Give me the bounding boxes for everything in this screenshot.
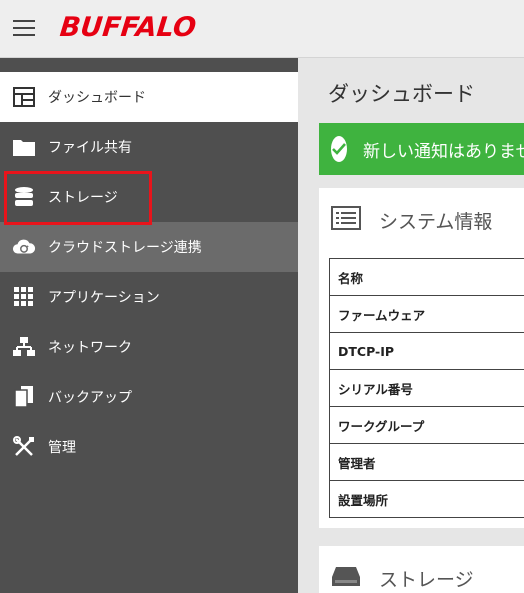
system-info-header: システム情報 (319, 188, 524, 252)
sidebar-item-label: ストレージ (48, 190, 118, 206)
system-info-table: 名称 ファームウェア DTCP-IP シリアル番号 ワークグループ 管理者 設置… (329, 258, 524, 518)
sidebar-item-management[interactable]: 管理 (0, 422, 298, 472)
grid-icon (12, 285, 36, 309)
list-icon (331, 205, 361, 235)
card-title: システム情報 (379, 210, 493, 233)
table-row: ワークグループ (330, 407, 524, 444)
sidebar-item-dashboard[interactable]: ダッシュボード (0, 72, 298, 122)
dashboard-icon (12, 85, 36, 109)
sidebar-item-label: ファイル共有 (48, 140, 132, 156)
folder-icon (12, 135, 36, 159)
table-row: シリアル番号 (330, 370, 524, 407)
hard-drive-icon (331, 565, 361, 592)
system-info-card: システム情報 名称 ファームウェア DTCP-IP シリアル番号 ワークグループ… (319, 188, 524, 528)
check-icon (331, 136, 347, 162)
sidebar-item-network[interactable]: ネットワーク (0, 322, 298, 372)
sidebar-item-cloud-storage[interactable]: クラウドストレージ連携 (0, 222, 298, 272)
sidebar-item-applications[interactable]: アプリケーション (0, 272, 298, 322)
sidebar-item-file-share[interactable]: ファイル共有 (0, 122, 298, 172)
sidebar-item-label: クラウドストレージ連携 (48, 240, 202, 256)
notification-text: 新しい通知はありません (363, 141, 524, 162)
sidebar-item-storage[interactable]: ストレージ (0, 172, 298, 222)
backup-icon (12, 385, 36, 409)
table-row: DTCP-IP (330, 333, 524, 370)
tools-icon (12, 435, 36, 459)
table-row: 管理者 (330, 444, 524, 481)
sidebar-item-label: ネットワーク (48, 340, 132, 356)
cloud-sync-icon (12, 235, 36, 259)
table-row: 名称 (330, 259, 524, 296)
hamburger-menu-icon[interactable] (13, 18, 35, 38)
sidebar-item-label: バックアップ (48, 390, 132, 406)
main-content: ダッシュボード 新しい通知はありません システム情報 名称 ファームウェア DT… (298, 58, 524, 593)
top-bar: BUFFALO (0, 0, 524, 58)
storage-card-header: ストレージ (319, 546, 524, 593)
card-title: ストレージ (379, 568, 474, 591)
sidebar-item-label: 管理 (48, 440, 76, 456)
sidebar-item-backup[interactable]: バックアップ (0, 372, 298, 422)
notification-banner: 新しい通知はありません (319, 123, 524, 175)
storage-card: ストレージ (319, 546, 524, 593)
buffalo-logo: BUFFALO (58, 12, 198, 43)
sidebar-item-label: アプリケーション (48, 290, 160, 306)
sidebar-item-label: ダッシュボード (48, 90, 146, 106)
table-row: ファームウェア (330, 296, 524, 333)
table-row: 設置場所 (330, 481, 524, 518)
page-title: ダッシュボード (328, 82, 475, 106)
database-icon (12, 185, 36, 209)
network-icon (12, 335, 36, 359)
sidebar: ダッシュボード ファイル共有 ストレージ クラウドストレージ連携 アプリケーショ… (0, 58, 298, 593)
